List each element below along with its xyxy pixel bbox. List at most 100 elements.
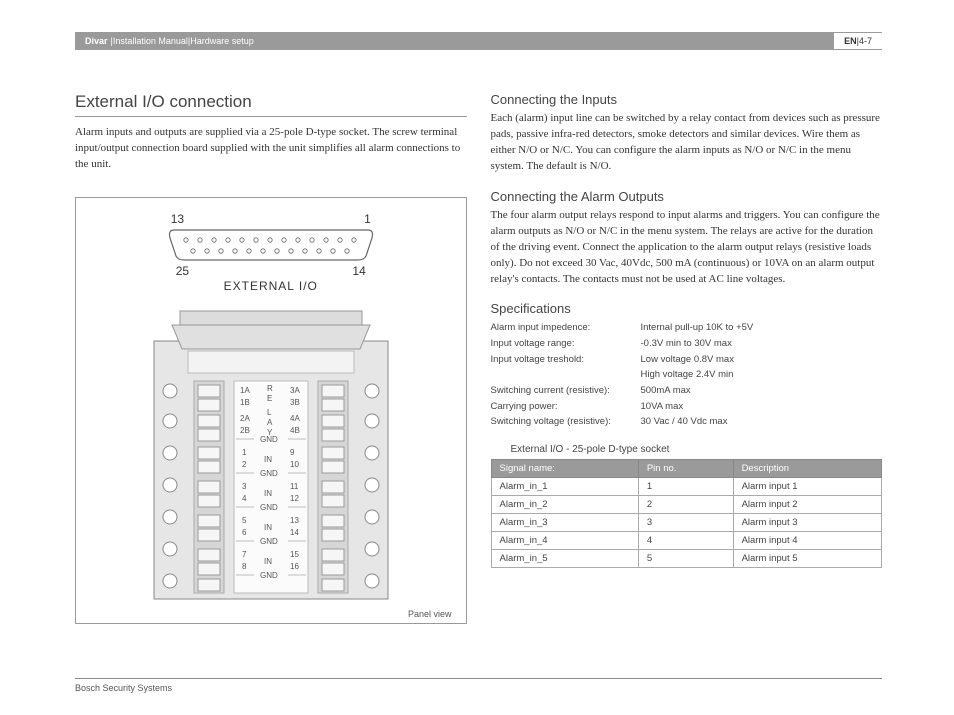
spec-value: 10VA max (641, 399, 883, 415)
svg-text:12: 12 (290, 494, 299, 503)
spec-value: Low voltage 0.8V max (641, 352, 883, 368)
col-description: Description (733, 460, 881, 478)
svg-text:2: 2 (242, 460, 247, 469)
specifications-title: Specifications (491, 301, 883, 316)
svg-text:1B: 1B (240, 398, 250, 407)
db25-socket-icon (166, 228, 376, 262)
page-footer: Bosch Security Systems (75, 678, 882, 693)
specifications-block: Specifications Alarm input impedence:Int… (491, 301, 883, 430)
right-column: Connecting the Inputs Each (alarm) input… (491, 92, 883, 655)
lang-code: EN (844, 36, 857, 46)
svg-text:16: 16 (290, 562, 299, 571)
page-header: Divar | Installation Manual | Hardware s… (75, 32, 882, 50)
db25-top-pin-labels: 13 1 (171, 212, 371, 226)
spec-row: Input voltage treshold:Low voltage 0.8V … (491, 352, 883, 368)
table-row: Alarm_in_44Alarm input 4 (491, 532, 882, 550)
pin-14-label: 14 (352, 264, 365, 278)
terminal-board-figure: 1A 1B 3A 3B R E 2A 2B 4A 4B L A Y (136, 305, 406, 605)
svg-text:1: 1 (242, 448, 247, 457)
spec-label: Input voltage range: (491, 336, 641, 352)
table-cell-pin: 5 (638, 550, 733, 568)
svg-text:GND: GND (260, 435, 278, 444)
svg-text:14: 14 (290, 528, 299, 537)
specifications-list: Alarm input impedence:Internal pull-up 1… (491, 320, 883, 430)
db25-connector-figure: 13 1 (90, 212, 452, 605)
svg-text:9: 9 (290, 448, 295, 457)
table-row: Alarm_in_33Alarm input 3 (491, 514, 882, 532)
spec-label: Switching current (resistive): (491, 383, 641, 399)
figure-caption: Panel view (90, 609, 452, 619)
svg-text:11: 11 (290, 482, 299, 491)
page-body: External I/O connection Alarm inputs and… (75, 92, 882, 655)
svg-text:13: 13 (290, 516, 299, 525)
svg-text:2B: 2B (240, 426, 250, 435)
doc-name: Installation Manual (113, 36, 188, 46)
panel-figure: 13 1 (75, 197, 467, 624)
svg-text:8: 8 (242, 562, 247, 571)
spec-value: 500mA max (641, 383, 883, 399)
table-cell-pin: 3 (638, 514, 733, 532)
svg-text:GND: GND (260, 571, 278, 580)
table-cell-signal: Alarm_in_5 (491, 550, 638, 568)
svg-text:E: E (267, 394, 272, 403)
svg-text:2A: 2A (240, 414, 250, 423)
spec-value: Internal pull-up 10K to +5V (641, 320, 883, 336)
table-cell-desc: Alarm input 1 (733, 478, 881, 496)
table-cell-pin: 1 (638, 478, 733, 496)
table-cell-pin: 2 (638, 496, 733, 514)
section-name: Hardware setup (190, 36, 254, 46)
pin-13-label: 13 (171, 212, 184, 226)
spec-row: Alarm input impedence:Internal pull-up 1… (491, 320, 883, 336)
table-row: Alarm_in_22Alarm input 2 (491, 496, 882, 514)
svg-text:GND: GND (260, 469, 278, 478)
svg-text:R: R (267, 384, 273, 393)
table-cell-desc: Alarm input 5 (733, 550, 881, 568)
section-title-external-io: External I/O connection (75, 92, 467, 117)
spec-value: -0.3V min to 30V max (641, 336, 883, 352)
spec-value: 30 Vac / 40 Vdc max (641, 414, 883, 430)
header-breadcrumb: Divar | Installation Manual | Hardware s… (75, 32, 834, 50)
connecting-inputs-title: Connecting the Inputs (491, 92, 883, 107)
left-column: External I/O connection Alarm inputs and… (75, 92, 467, 655)
table-cell-desc: Alarm input 2 (733, 496, 881, 514)
table-cell-desc: Alarm input 3 (733, 514, 881, 532)
spec-row: High voltage 2.4V min (491, 367, 883, 383)
page-number: 4-7 (859, 36, 872, 46)
connecting-inputs-body: Each (alarm) input line can be switched … (491, 111, 883, 175)
spec-label: Alarm input impedence: (491, 320, 641, 336)
external-io-body: Alarm inputs and outputs are supplied vi… (75, 125, 467, 173)
svg-text:L: L (267, 408, 272, 417)
svg-text:4A: 4A (290, 414, 300, 423)
svg-text:3B: 3B (290, 398, 300, 407)
table-cell-signal: Alarm_in_3 (491, 514, 638, 532)
spec-row: Switching voltage (resistive):30 Vac / 4… (491, 414, 883, 430)
table-cell-signal: Alarm_in_1 (491, 478, 638, 496)
svg-text:10: 10 (290, 460, 299, 469)
table-cell-pin: 4 (638, 532, 733, 550)
svg-text:GND: GND (260, 503, 278, 512)
table-cell-signal: Alarm_in_2 (491, 496, 638, 514)
svg-text:5: 5 (242, 516, 247, 525)
svg-text:IN: IN (264, 455, 272, 464)
table-header-row: Signal name: Pin no. Description (491, 460, 882, 478)
connecting-outputs-body: The four alarm output relays respond to … (491, 208, 883, 288)
db25-bottom-pin-labels: 25 14 (176, 264, 366, 278)
external-io-connector-label: EXTERNAL I/O (224, 279, 318, 293)
table-cell-signal: Alarm_in_4 (491, 532, 638, 550)
connecting-outputs-block: Connecting the Alarm Outputs The four al… (491, 189, 883, 288)
spec-row: Input voltage range:-0.3V min to 30V max (491, 336, 883, 352)
svg-text:3A: 3A (290, 386, 300, 395)
spec-label: Switching voltage (resistive): (491, 414, 641, 430)
table-cell-desc: Alarm input 4 (733, 532, 881, 550)
svg-text:IN: IN (264, 557, 272, 566)
svg-text:1A: 1A (240, 386, 250, 395)
svg-text:7: 7 (242, 550, 247, 559)
pinout-caption: External I/O - 25-pole D-type socket (511, 444, 883, 455)
pin-1-label: 1 (364, 212, 371, 226)
svg-text:4: 4 (242, 494, 247, 503)
svg-text:15: 15 (290, 550, 299, 559)
svg-text:6: 6 (242, 528, 247, 537)
svg-text:IN: IN (264, 489, 272, 498)
spec-row: Carrying power:10VA max (491, 399, 883, 415)
svg-text:IN: IN (264, 523, 272, 532)
